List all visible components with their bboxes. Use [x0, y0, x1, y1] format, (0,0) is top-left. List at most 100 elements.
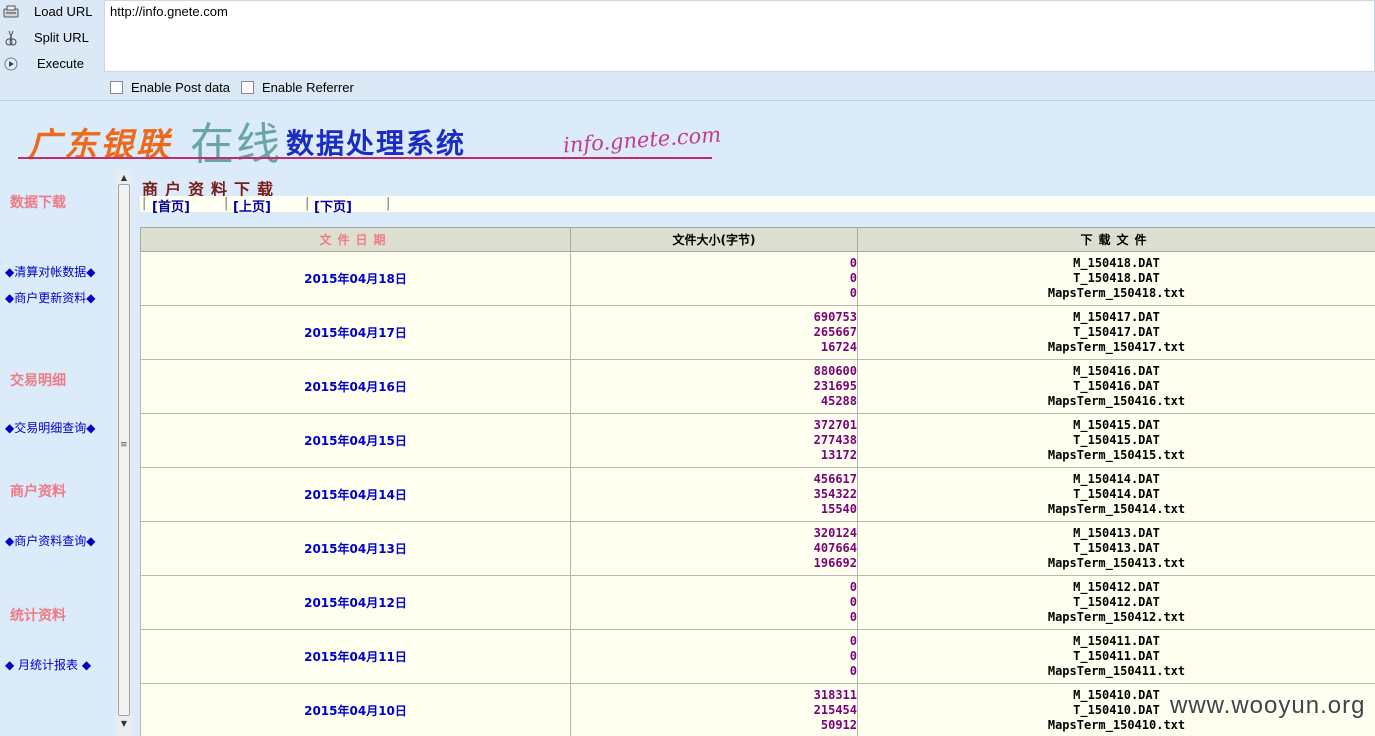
- download-files-cell: M_150418.DAT T_150418.DAT MapsTerm_150418.…: [857, 251, 1375, 306]
- enable-post-checkbox[interactable]: Enable Post data: [110, 80, 230, 95]
- file-size-value: 277438: [813, 433, 857, 447]
- sidebar-link-clearing-data[interactable]: ◆清算对帐数据◆: [5, 263, 95, 280]
- table-header-row: 文件日期 文件大小(字节) 下载文件: [140, 227, 1375, 252]
- table-row: 2015年04月14日 456617 354322 15540 M_150414.DAT…: [140, 467, 1375, 522]
- file-size-value: 0: [849, 286, 857, 300]
- download-file-link[interactable]: M_150411.DAT: [858, 634, 1375, 649]
- file-date-cell: 2015年04月13日: [140, 521, 571, 576]
- download-file-link[interactable]: T_150418.DAT: [858, 271, 1375, 286]
- pagination-bar: | [首页] | [上页] | [下页] |: [140, 196, 1375, 215]
- split-url-button[interactable]: Split URL: [0, 26, 104, 50]
- sidebar-nav: 数据下载 ◆清算对帐数据◆ ◆商户更新资料◆ 交易明细 ◆交易明细查询◆ 商户资…: [0, 170, 112, 736]
- load-url-icon: [3, 4, 19, 20]
- table-row: 2015年04月17日 690753 265667 16724 M_150417.DAT…: [140, 305, 1375, 360]
- sidebar-section-download: 数据下载: [10, 195, 66, 211]
- file-date-cell: 2015年04月10日: [140, 683, 571, 736]
- pager-next-link[interactable]: [下页]: [314, 196, 352, 215]
- file-size-value: 0: [849, 580, 857, 594]
- download-file-link[interactable]: M_150417.DAT: [858, 310, 1375, 325]
- file-size-value: 354322: [813, 487, 857, 501]
- table-row: 2015年04月16日 880600 231695 45288 M_150416.DAT…: [140, 359, 1375, 414]
- download-file-link[interactable]: T_150414.DAT: [858, 487, 1375, 502]
- download-file-link[interactable]: MapsTerm_150413.txt: [858, 556, 1375, 571]
- download-file-link[interactable]: T_150412.DAT: [858, 595, 1375, 610]
- download-file-link[interactable]: M_150414.DAT: [858, 472, 1375, 487]
- file-size-value: 372701: [813, 418, 857, 432]
- download-files-cell: M_150413.DAT T_150413.DAT MapsTerm_150413.…: [857, 521, 1375, 576]
- download-file-link[interactable]: M_150418.DAT: [858, 256, 1375, 271]
- file-size-value: 45288: [820, 394, 857, 408]
- table-row: 2015年04月12日 0 0 0 M_150412.DAT T_150412.DAT Ma…: [140, 575, 1375, 630]
- file-date-cell: 2015年04月11日: [140, 629, 571, 684]
- main-content: 商户资料下载 | [首页] | [上页] | [下页] | 文件日期 文件大小(…: [140, 170, 1375, 736]
- load-url-label: Load URL: [34, 4, 93, 19]
- scroll-up-arrow-icon[interactable]: ▲: [116, 170, 132, 184]
- url-input[interactable]: http://info.gnete.com: [104, 0, 1375, 72]
- download-file-link[interactable]: M_150416.DAT: [858, 364, 1375, 379]
- file-size-value: 15540: [820, 502, 857, 516]
- download-file-link[interactable]: T_150413.DAT: [858, 541, 1375, 556]
- execute-label: Execute: [37, 56, 84, 71]
- file-size-value: 0: [849, 649, 857, 663]
- enable-referrer-label: Enable Referrer: [262, 80, 354, 95]
- file-size-value: 265667: [813, 325, 857, 339]
- download-file-link[interactable]: MapsTerm_150418.txt: [858, 286, 1375, 301]
- load-url-button[interactable]: Load URL: [0, 0, 104, 24]
- header-file-size: 文件大小(字节): [570, 227, 858, 252]
- file-size-cell: 000: [570, 629, 858, 684]
- table-row: 2015年04月11日 0 0 0 M_150411.DAT T_150411.DAT Ma…: [140, 629, 1375, 684]
- file-size-cell: 456617 354322 15540: [570, 467, 858, 522]
- file-size-cell: 000: [570, 575, 858, 630]
- pager-prev-link[interactable]: [上页]: [233, 196, 271, 215]
- download-file-link[interactable]: MapsTerm_150410.txt: [858, 718, 1375, 733]
- file-size-value: 0: [849, 271, 857, 285]
- enable-referrer-checkbox[interactable]: Enable Referrer: [241, 80, 354, 95]
- file-size-value: 690753: [813, 310, 857, 324]
- file-size-value: 318311: [813, 688, 857, 702]
- download-file-link[interactable]: T_150411.DAT: [858, 649, 1375, 664]
- file-size-cell: 372701 277438 13172: [570, 413, 858, 468]
- file-size-cell: 320124 407664 196692: [570, 521, 858, 576]
- download-files-cell: M_150411.DAT T_150411.DAT MapsTerm_150411.…: [857, 629, 1375, 684]
- sidebar-link-transaction-query[interactable]: ◆交易明细查询◆: [5, 419, 95, 436]
- file-size-cell: 000: [570, 251, 858, 306]
- download-file-link[interactable]: T_150416.DAT: [858, 379, 1375, 394]
- file-size-cell: 880600 231695 45288: [570, 359, 858, 414]
- file-date-cell: 2015年04月17日: [140, 305, 571, 360]
- download-file-link[interactable]: MapsTerm_150417.txt: [858, 340, 1375, 355]
- download-file-link[interactable]: T_150417.DAT: [858, 325, 1375, 340]
- pager-separator: |: [142, 196, 147, 211]
- scroll-thumb[interactable]: [118, 184, 130, 716]
- download-file-link[interactable]: M_150415.DAT: [858, 418, 1375, 433]
- download-file-link[interactable]: MapsTerm_150415.txt: [858, 448, 1375, 463]
- checkbox-box[interactable]: [110, 81, 123, 94]
- sidebar-scrollbar[interactable]: ▲ ≡ ▼: [116, 170, 132, 736]
- download-file-link[interactable]: M_150412.DAT: [858, 580, 1375, 595]
- download-file-link[interactable]: MapsTerm_150412.txt: [858, 610, 1375, 625]
- execute-button[interactable]: Execute: [0, 52, 104, 76]
- download-files-cell: M_150416.DAT T_150416.DAT MapsTerm_150416.…: [857, 359, 1375, 414]
- file-date-cell: 2015年04月14日: [140, 467, 571, 522]
- download-file-link[interactable]: MapsTerm_150411.txt: [858, 664, 1375, 679]
- file-size-cell: 318311 215454 50912: [570, 683, 858, 736]
- pager-first-link[interactable]: [首页]: [152, 196, 190, 215]
- file-date-cell: 2015年04月18日: [140, 251, 571, 306]
- download-file-link[interactable]: T_150415.DAT: [858, 433, 1375, 448]
- table-row: 2015年04月13日 320124 407664 196692 M_150413.DA…: [140, 521, 1375, 576]
- scroll-grip-icon: ≡: [120, 440, 128, 450]
- hackbar-toolbar: Load URL Split URL Execute http://info.g…: [0, 0, 1375, 101]
- download-file-link[interactable]: M_150413.DAT: [858, 526, 1375, 541]
- site-logo: 广东银联 在线 数据处理系统 info.gnete.com: [18, 108, 722, 170]
- scroll-down-arrow-icon[interactable]: ▼: [116, 716, 132, 730]
- checkbox-box[interactable]: [241, 81, 254, 94]
- download-files-cell: M_150414.DAT T_150414.DAT MapsTerm_150414.…: [857, 467, 1375, 522]
- pager-separator: |: [224, 196, 229, 211]
- sidebar-link-monthly-report[interactable]: ◆ 月统计报表 ◆: [5, 656, 91, 673]
- file-size-cell: 690753 265667 16724: [570, 305, 858, 360]
- download-file-link[interactable]: MapsTerm_150416.txt: [858, 394, 1375, 409]
- sidebar-link-merchant-update[interactable]: ◆商户更新资料◆: [5, 289, 95, 306]
- download-file-link[interactable]: MapsTerm_150414.txt: [858, 502, 1375, 517]
- header-file-date: 文件日期: [140, 227, 571, 252]
- file-size-value: 456617: [813, 472, 857, 486]
- sidebar-link-merchant-query[interactable]: ◆商户资料查询◆: [5, 532, 95, 549]
